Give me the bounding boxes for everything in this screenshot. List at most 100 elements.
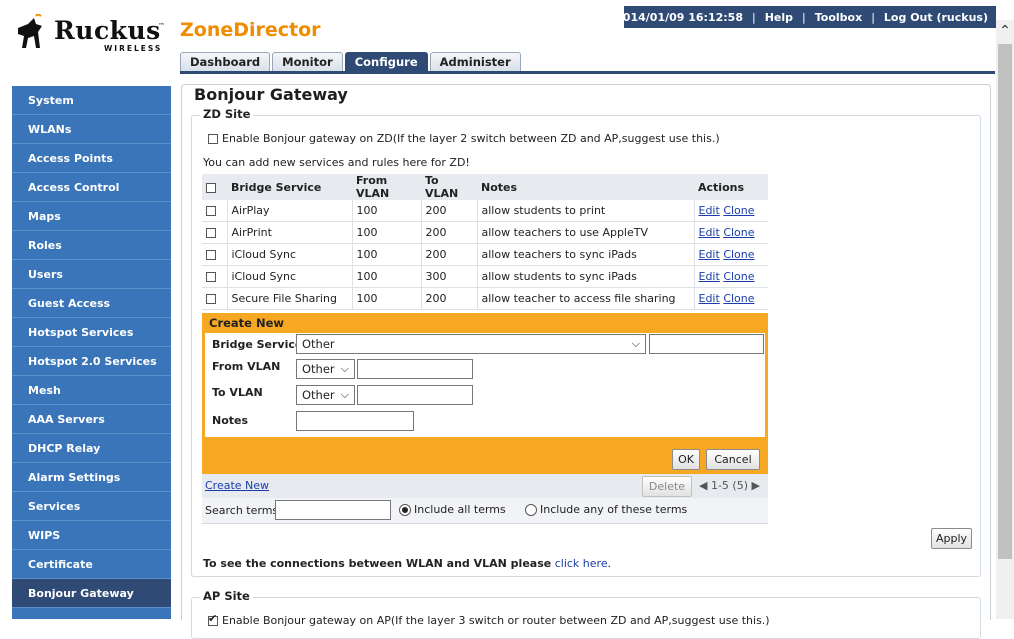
scroll-thumb[interactable] bbox=[998, 44, 1012, 559]
cell-notes: allow students to sync iPads bbox=[477, 265, 695, 288]
cancel-button[interactable]: Cancel bbox=[706, 449, 760, 470]
sidebar-item-certificate[interactable]: Certificate bbox=[12, 550, 171, 579]
create-new-title: Create New bbox=[209, 316, 285, 330]
col-bridge-service[interactable]: Bridge Service bbox=[227, 174, 352, 200]
sidebar-item-system[interactable]: System bbox=[12, 86, 171, 115]
edit-link[interactable]: Edit bbox=[699, 226, 720, 239]
col-actions: Actions bbox=[694, 174, 768, 200]
zd-enable-checkbox[interactable] bbox=[208, 133, 218, 144]
from-vlan-value: Other bbox=[302, 362, 335, 376]
table-row: AirPlay 100 200 allow students to print … bbox=[202, 200, 768, 222]
include-all-label: Include all terms bbox=[414, 503, 506, 516]
table-row: AirPrint 100 200 allow teachers to use A… bbox=[202, 221, 768, 244]
include-any-label: Include any of these terms bbox=[540, 503, 688, 516]
brand-name: Ruckus bbox=[54, 16, 161, 45]
clone-link[interactable]: Clone bbox=[723, 226, 754, 239]
row-checkbox[interactable] bbox=[206, 206, 216, 216]
logout-link[interactable]: Log Out (ruckus) bbox=[884, 11, 988, 24]
bridge-service-custom-input[interactable] bbox=[649, 334, 764, 354]
help-link[interactable]: Help bbox=[765, 11, 793, 24]
sidebar-item-bonjour-gateway[interactable]: Bonjour Gateway bbox=[12, 579, 171, 608]
top-bar: 2014/01/09 16:12:58 | Help | Toolbox | L… bbox=[615, 6, 996, 28]
clone-link[interactable]: Clone bbox=[723, 292, 754, 305]
ok-button[interactable]: OK bbox=[672, 449, 700, 470]
sidebar-item-mesh[interactable]: Mesh bbox=[12, 376, 171, 405]
cell-notes: allow teachers to sync iPads bbox=[477, 243, 695, 266]
to-vlan-select[interactable]: Other ⌵ bbox=[296, 385, 355, 405]
create-new-form: Bridge Service Other ⌵ From VLAN Other ⌵… bbox=[205, 333, 765, 437]
select-all-cell bbox=[202, 174, 227, 200]
select-all-checkbox[interactable] bbox=[206, 182, 216, 193]
from-vlan-input[interactable] bbox=[357, 359, 473, 379]
tab-configure[interactable]: Configure bbox=[344, 52, 428, 73]
table-row: iCloud Sync 100 300 allow students to sy… bbox=[202, 265, 768, 288]
tab-monitor[interactable]: Monitor bbox=[272, 52, 343, 72]
search-option-all[interactable]: Include all terms bbox=[399, 503, 506, 516]
toolbox-link[interactable]: Toolbox bbox=[815, 11, 862, 24]
brand-trademark: ™ bbox=[158, 22, 165, 30]
sidebar-item-maps[interactable]: Maps bbox=[12, 202, 171, 231]
edit-link[interactable]: Edit bbox=[699, 248, 720, 261]
delete-button[interactable]: Delete bbox=[642, 476, 692, 497]
tab-dashboard[interactable]: Dashboard bbox=[180, 52, 271, 72]
ap-enable-checkbox[interactable] bbox=[208, 612, 218, 626]
search-input[interactable] bbox=[275, 500, 391, 520]
col-from-vlan[interactable]: From VLAN bbox=[352, 174, 421, 200]
cell-from-vlan: 100 bbox=[352, 200, 422, 222]
cell-actions: Edit Clone bbox=[694, 243, 768, 266]
sidebar-item-alarm-settings[interactable]: Alarm Settings bbox=[12, 463, 171, 492]
cell-to-vlan: 200 bbox=[421, 287, 478, 310]
row-checkbox[interactable] bbox=[206, 294, 216, 304]
page-title: Bonjour Gateway bbox=[194, 85, 348, 104]
clone-link[interactable]: Clone bbox=[723, 270, 754, 283]
to-vlan-label: To VLAN bbox=[212, 386, 263, 399]
include-all-radio[interactable] bbox=[399, 503, 411, 516]
sidebar-item-services[interactable]: Services bbox=[12, 492, 171, 521]
clone-link[interactable]: Clone bbox=[723, 204, 754, 217]
next-page-icon[interactable]: ▶ bbox=[752, 479, 760, 492]
col-notes[interactable]: Notes bbox=[477, 174, 694, 200]
pager-label: 1-5 (5) bbox=[710, 479, 749, 492]
cell-notes: allow teachers to use AppleTV bbox=[477, 221, 695, 244]
cell-service: AirPrint bbox=[227, 221, 353, 244]
sidebar-item-wlans[interactable]: WLANs bbox=[12, 115, 171, 144]
tab-underline bbox=[180, 71, 995, 74]
sidebar-item-hotspot-services[interactable]: Hotspot Services bbox=[12, 318, 171, 347]
tab-administer[interactable]: Administer bbox=[429, 52, 521, 72]
zd-enable-label: Enable Bonjour gateway on ZD(If the laye… bbox=[222, 132, 720, 145]
row-checkbox[interactable] bbox=[206, 250, 216, 260]
main-panel: Bonjour Gateway ZD Site Enable Bonjour g… bbox=[181, 84, 991, 639]
edit-link[interactable]: Edit bbox=[699, 292, 720, 305]
bridge-service-select[interactable]: Other ⌵ bbox=[296, 334, 646, 354]
row-checkbox[interactable] bbox=[206, 272, 216, 282]
apply-button[interactable]: Apply bbox=[931, 528, 972, 549]
create-new-link[interactable]: Create New bbox=[205, 479, 269, 492]
sidebar: System WLANs Access Points Access Contro… bbox=[12, 86, 171, 619]
chevron-down-icon: ⌵ bbox=[340, 362, 349, 375]
to-vlan-input[interactable] bbox=[357, 385, 473, 405]
col-to-vlan[interactable]: To VLAN bbox=[421, 174, 477, 200]
sidebar-item-roles[interactable]: Roles bbox=[12, 231, 171, 260]
notes-input[interactable] bbox=[296, 411, 414, 431]
search-option-any[interactable]: Include any of these terms bbox=[525, 503, 687, 516]
edit-link[interactable]: Edit bbox=[699, 270, 720, 283]
sidebar-item-guest-access[interactable]: Guest Access bbox=[12, 289, 171, 318]
prev-page-icon[interactable]: ◀ bbox=[699, 479, 707, 492]
sidebar-item-aaa-servers[interactable]: AAA Servers bbox=[12, 405, 171, 434]
page-scrollbar[interactable]: ⌃ bbox=[996, 20, 1014, 619]
row-checkbox[interactable] bbox=[206, 228, 216, 238]
sidebar-item-dhcp-relay[interactable]: DHCP Relay bbox=[12, 434, 171, 463]
include-any-radio[interactable] bbox=[525, 503, 537, 516]
sidebar-item-wips[interactable]: WIPS bbox=[12, 521, 171, 550]
sidebar-item-access-control[interactable]: Access Control bbox=[12, 173, 171, 202]
scroll-up-icon[interactable]: ⌃ bbox=[996, 20, 1014, 40]
sidebar-item-access-points[interactable]: Access Points bbox=[12, 144, 171, 173]
clone-link[interactable]: Clone bbox=[723, 248, 754, 261]
sidebar-item-hotspot-20-services[interactable]: Hotspot 2.0 Services bbox=[12, 347, 171, 376]
edit-link[interactable]: Edit bbox=[699, 204, 720, 217]
cell-to-vlan: 200 bbox=[421, 243, 478, 266]
vlan-click-here-link[interactable]: click here bbox=[555, 557, 608, 570]
row-checkbox-cell bbox=[202, 243, 228, 266]
from-vlan-select[interactable]: Other ⌵ bbox=[296, 359, 355, 379]
sidebar-item-users[interactable]: Users bbox=[12, 260, 171, 289]
